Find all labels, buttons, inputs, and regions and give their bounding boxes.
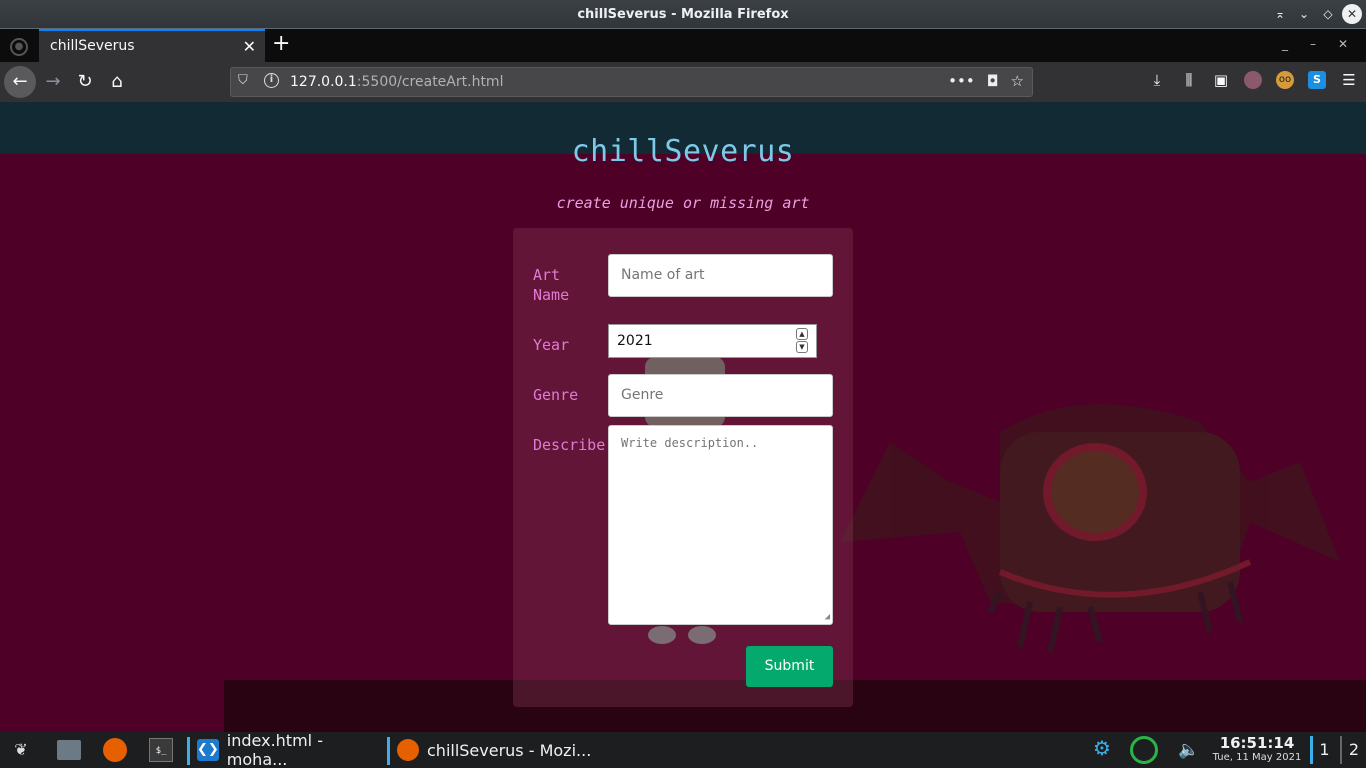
create-art-form: Art Name Name of art Year 2021 ▲ ▼ Genre… [513, 228, 853, 707]
s-extension-icon[interactable]: S [1308, 71, 1326, 89]
art-name-label: Art Name [533, 266, 570, 304]
minimize-small-icon[interactable]: _ [1282, 37, 1288, 51]
url-host: 127.0.0.1 [290, 74, 357, 90]
window-controls: ⌅ ⌄ ◇ ✕ [1270, 4, 1362, 24]
site-subtitle: create unique or missing art [556, 194, 810, 212]
stepper-down-icon[interactable]: ▼ [796, 341, 808, 353]
update-tray-icon[interactable] [1130, 736, 1158, 764]
creature-illustration [840, 404, 1340, 653]
page-viewport: chillSeverus create unique or missing ar… [0, 102, 1366, 732]
art-name-input[interactable]: Name of art [608, 254, 833, 297]
github-icon[interactable]: ● [10, 38, 28, 56]
description-textarea[interactable]: Write description.. ◢ [608, 425, 833, 625]
owl-extension-icon[interactable]: oo [1276, 71, 1294, 89]
task-label: chillSeverus - Mozi... [427, 740, 592, 760]
clock-date: Tue, 11 May 2021 [1212, 752, 1302, 763]
window-titlebar: chillSeverus - Mozilla Firefox ⌅ ⌄ ◇ ✕ [0, 0, 1366, 29]
tab-chillseverus[interactable]: chillSeverus ✕ [39, 29, 265, 62]
year-label: Year [533, 336, 570, 354]
task-label: index.html - moha... [226, 731, 323, 768]
nav-toolbar: ← → ↻ ⌂ ⛉ i 127.0.0.1:5500/createArt.htm… [0, 62, 1366, 102]
genre-label: Genre [533, 386, 579, 404]
url-bar[interactable]: ⛉ i 127.0.0.1:5500/createArt.html ••• ◘ … [230, 67, 1033, 97]
network-tray-icon[interactable]: ⚙ [1088, 736, 1116, 764]
home-icon[interactable]: ⌂ [101, 66, 133, 98]
library-icon[interactable]: ⫼ [1180, 71, 1198, 89]
desktop-1[interactable]: 1 [1310, 736, 1336, 764]
sidebar-icon[interactable]: ▣ [1212, 71, 1230, 89]
firefox-launcher-icon[interactable] [103, 738, 127, 762]
task-firefox[interactable]: chillSeverus - Mozi... [387, 735, 611, 765]
desktop-2[interactable]: 2 [1340, 736, 1366, 764]
firefox-icon [397, 739, 419, 761]
vscode-icon: ❮❯ [197, 739, 219, 761]
url-text[interactable]: 127.0.0.1:5500/createArt.html [290, 74, 503, 90]
tab-bar: ● chillSeverus ✕ + _ – ✕ [0, 29, 1366, 62]
account-avatar-icon[interactable] [1244, 71, 1262, 89]
restore-small-icon[interactable]: – [1310, 37, 1316, 51]
submit-button[interactable]: Submit [746, 646, 833, 687]
bookmark-star-icon[interactable]: ☆ [1011, 72, 1024, 90]
downloads-icon[interactable]: ⤓ [1148, 71, 1166, 89]
volume-icon[interactable]: 🔈 [1178, 736, 1200, 764]
resize-grip-icon[interactable]: ◢ [825, 612, 830, 622]
description-placeholder: Write description.. [621, 436, 759, 450]
toolbar-right: ⤓ ⫼ ▣ oo S ☰ [1148, 71, 1358, 89]
clock-time: 16:51:14 [1219, 734, 1295, 752]
site-title: chillSeverus [571, 134, 795, 169]
close-tab-icon[interactable]: ✕ [243, 37, 256, 56]
year-input[interactable]: 2021 ▲ ▼ [608, 324, 817, 358]
keep-above-icon[interactable]: ⌅ [1270, 4, 1290, 24]
hamburger-menu-icon[interactable]: ☰ [1340, 71, 1358, 89]
clock[interactable]: 16:51:14 Tue, 11 May 2021 [1210, 734, 1304, 763]
stepper-up-icon[interactable]: ▲ [796, 328, 808, 340]
url-path: :5500/createArt.html [356, 74, 504, 90]
describe-label: Describe [533, 436, 606, 454]
genre-input[interactable]: Genre [608, 374, 833, 417]
url-actions: ••• ◘ ☆ [948, 72, 1024, 90]
pocket-icon[interactable]: ◘ [987, 72, 999, 90]
task-separator [387, 737, 390, 765]
year-value: 2021 [617, 333, 653, 349]
close-small-icon[interactable]: ✕ [1338, 37, 1348, 51]
back-arrow-icon[interactable]: ← [4, 66, 36, 98]
page-actions-icon[interactable]: ••• [948, 72, 975, 90]
close-window-icon[interactable]: ✕ [1342, 4, 1362, 24]
window-title: chillSeverus - Mozilla Firefox [577, 7, 789, 22]
tab-title: chillSeverus [50, 38, 135, 54]
app-launcher-icon[interactable]: ❦ [9, 738, 33, 762]
minimize-icon[interactable]: ⌄ [1294, 4, 1314, 24]
reload-icon[interactable]: ↻ [69, 66, 101, 98]
new-tab-icon[interactable]: + [272, 31, 290, 56]
tracking-shield-icon[interactable]: ⛉ [238, 73, 248, 88]
task-separator [187, 737, 190, 765]
maximize-icon[interactable]: ◇ [1318, 4, 1338, 24]
year-stepper[interactable]: ▲ ▼ [796, 328, 809, 354]
terminal-launcher-icon[interactable]: $_ [149, 738, 173, 762]
task-vscode[interactable]: ❮❯ index.html - moha... [187, 731, 383, 768]
tabbar-window-controls: _ – ✕ [1282, 37, 1348, 51]
site-info-icon[interactable]: i [264, 73, 279, 88]
taskbar: ❦ $_ ❮❯ index.html - moha... chillSeveru… [0, 731, 1366, 768]
file-manager-icon[interactable] [57, 740, 81, 760]
forward-arrow-icon[interactable]: → [37, 66, 69, 98]
